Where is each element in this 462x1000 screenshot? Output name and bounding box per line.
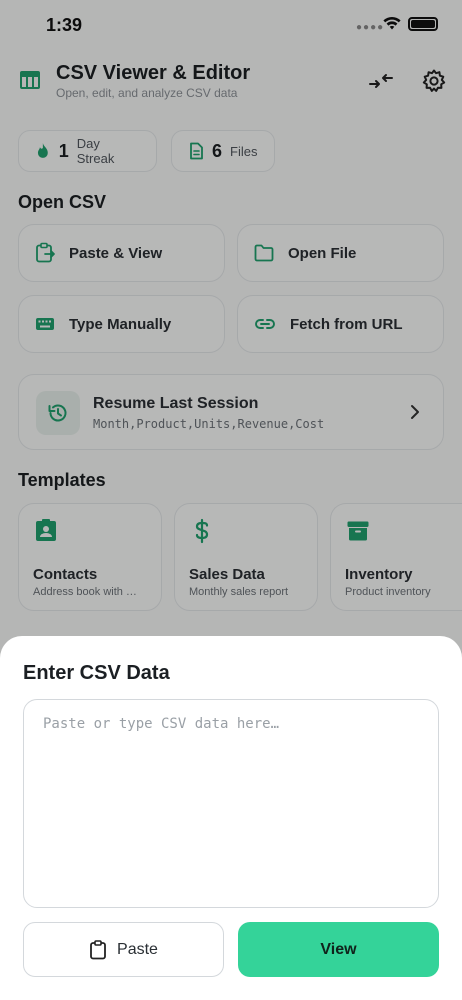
csv-input-sheet: Enter CSV Data Paste View (0, 636, 462, 1000)
paste-button[interactable]: Paste (23, 922, 224, 977)
view-button[interactable]: View (238, 922, 439, 977)
paste-button-label: Paste (117, 940, 158, 958)
clipboard-icon (90, 939, 106, 959)
view-button-label: View (320, 940, 357, 958)
sheet-title: Enter CSV Data (23, 662, 170, 684)
csv-data-input[interactable] (23, 699, 439, 908)
